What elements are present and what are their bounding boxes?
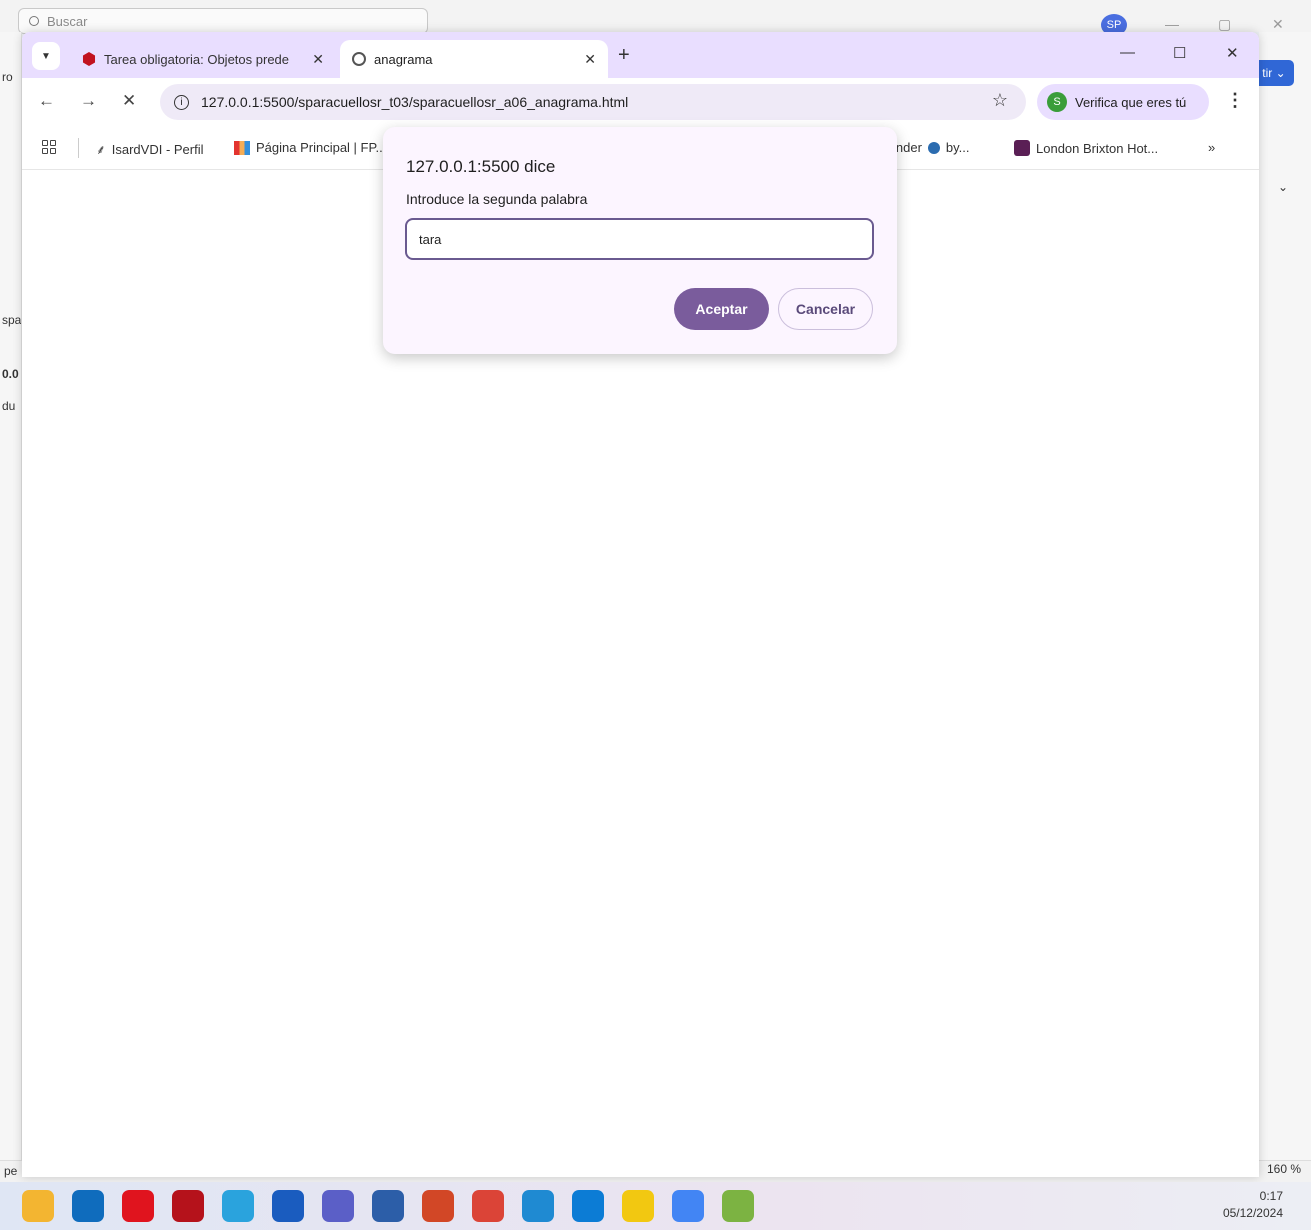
favicon-icon	[82, 52, 96, 66]
tab-title: anagrama	[374, 51, 433, 67]
fragment-text: ro	[2, 70, 13, 84]
cancel-button[interactable]: Cancelar	[778, 288, 873, 330]
search-placeholder: Buscar	[47, 13, 88, 29]
word-icon[interactable]	[272, 1190, 304, 1222]
taskbar-apps	[22, 1190, 754, 1222]
new-tab-icon[interactable]: +	[618, 44, 630, 67]
minimize-icon[interactable]: —	[1165, 16, 1179, 32]
tab-anagrama[interactable]: anagrama ✕	[340, 40, 608, 78]
share-label: tir	[1262, 66, 1273, 80]
background-window-left-edge: ro spa 0.0 du	[0, 32, 22, 1177]
sticky-notes-icon[interactable]	[622, 1190, 654, 1222]
bookmark-label: IsardVDI - Perfil	[111, 141, 204, 157]
ruby-app-icon[interactable]	[172, 1190, 204, 1222]
teams-icon[interactable]	[322, 1190, 354, 1222]
share-button[interactable]: tir ⌄	[1254, 60, 1294, 86]
fragment-text: 0.0	[2, 367, 19, 381]
clock-time: 0:17	[1259, 1189, 1283, 1203]
close-tab-icon[interactable]: ✕	[312, 51, 324, 68]
tab-strip: ▼ Tarea obligatoria: Objetos prede ✕ ana…	[22, 32, 1259, 78]
system-clock[interactable]: 0:17 05/12/2024	[1223, 1188, 1283, 1222]
tab-title: Tarea obligatoria: Objetos prede	[104, 51, 290, 67]
bookmark-icon: ⸙	[96, 142, 106, 157]
verify-label: Verifica que eres tú	[1075, 94, 1187, 110]
dialog-title: 127.0.0.1:5500 dice	[406, 157, 556, 176]
url-text: 127.0.0.1:5500/sparacuellosr_t03/sparacu…	[201, 94, 629, 110]
minimize-icon[interactable]: —	[1120, 44, 1135, 61]
accept-button[interactable]: Aceptar	[674, 288, 769, 330]
clock-date: 05/12/2024	[1222, 1206, 1283, 1220]
bookmark-label: inder	[893, 140, 922, 155]
verify-button[interactable]: S Verifica que eres tú	[1037, 84, 1209, 120]
stop-icon[interactable]: ✕	[122, 91, 136, 111]
chrome-icon[interactable]	[472, 1190, 504, 1222]
file-explorer-icon[interactable]	[22, 1190, 54, 1222]
bookmark-london[interactable]: London Brixton Hot...	[1014, 140, 1158, 156]
chevron-down-icon: ▼	[41, 50, 51, 62]
prompt-dialog: 127.0.0.1:5500 dice Introduce la segunda…	[383, 127, 897, 354]
fragment-text: du	[2, 399, 16, 413]
bookmarks-overflow[interactable]: »	[1208, 140, 1215, 155]
restore-icon[interactable]: ▢	[1218, 16, 1231, 33]
bookmark-isardvdi[interactable]: ⸙ IsardVDI - Perfil	[96, 140, 204, 158]
outlook-icon[interactable]	[72, 1190, 104, 1222]
profile-icon: S	[1047, 92, 1067, 112]
close-window-icon[interactable]: ✕	[1226, 44, 1239, 62]
back-icon[interactable]: ←	[38, 91, 55, 111]
taskbar: 0:17 05/12/2024	[0, 1182, 1311, 1230]
apps-grid-icon	[42, 140, 56, 154]
fragment-text: spa	[2, 313, 22, 327]
prompt-input[interactable]	[405, 218, 874, 260]
background-search-box[interactable]: Buscar	[18, 8, 428, 34]
edge-icon[interactable]	[572, 1190, 604, 1222]
toolbar: ← → ✕ i 127.0.0.1:5500/sparacuellosr_t03…	[22, 78, 1259, 128]
search-icon	[29, 16, 39, 26]
divider	[78, 138, 79, 158]
powerpoint-icon[interactable]	[422, 1190, 454, 1222]
bookmark-label: by...	[945, 140, 970, 155]
apps-button[interactable]	[42, 140, 56, 154]
bookmark-fp[interactable]: Página Principal | FP...	[234, 140, 386, 155]
bookmark-label: London Brixton Hot...	[1036, 140, 1159, 156]
zoom-level[interactable]: 160 %	[1267, 1162, 1301, 1176]
bookmark-icon	[234, 140, 250, 155]
loading-icon	[352, 52, 366, 66]
bookmark-icon	[927, 141, 940, 154]
bookmark-finder[interactable]: inder by...	[893, 140, 970, 155]
forward-icon[interactable]: →	[80, 91, 97, 111]
chevron-down-icon[interactable]: ⌄	[1278, 180, 1288, 194]
bookmark-icon	[1014, 140, 1030, 156]
opera-icon[interactable]	[122, 1190, 154, 1222]
bookmark-label: Página Principal | FP...	[256, 140, 387, 155]
telegram-icon[interactable]	[222, 1190, 254, 1222]
info-icon[interactable]: i	[174, 94, 189, 110]
tab-tarea[interactable]: Tarea obligatoria: Objetos prede ✕	[70, 40, 336, 78]
fragment-text: pe	[4, 1164, 18, 1178]
close-icon[interactable]: ✕	[1272, 16, 1284, 33]
menu-kebab-icon[interactable]: ⋮	[1226, 90, 1244, 111]
dialog-message: Introduce la segunda palabra	[406, 191, 588, 207]
tab-search-button[interactable]: ▼	[32, 42, 60, 70]
chrome-profile-icon[interactable]	[672, 1190, 704, 1222]
vscode-icon[interactable]	[522, 1190, 554, 1222]
virtualbox-icon[interactable]	[372, 1190, 404, 1222]
background-window-right-edge	[1259, 32, 1311, 1177]
paint-app-icon[interactable]	[722, 1190, 754, 1222]
address-bar[interactable]: i 127.0.0.1:5500/sparacuellosr_t03/spara…	[160, 84, 1026, 120]
maximize-icon[interactable]: ☐	[1173, 44, 1186, 62]
close-tab-icon[interactable]: ✕	[584, 51, 596, 68]
bookmark-star-icon[interactable]: ☆	[992, 90, 1008, 111]
